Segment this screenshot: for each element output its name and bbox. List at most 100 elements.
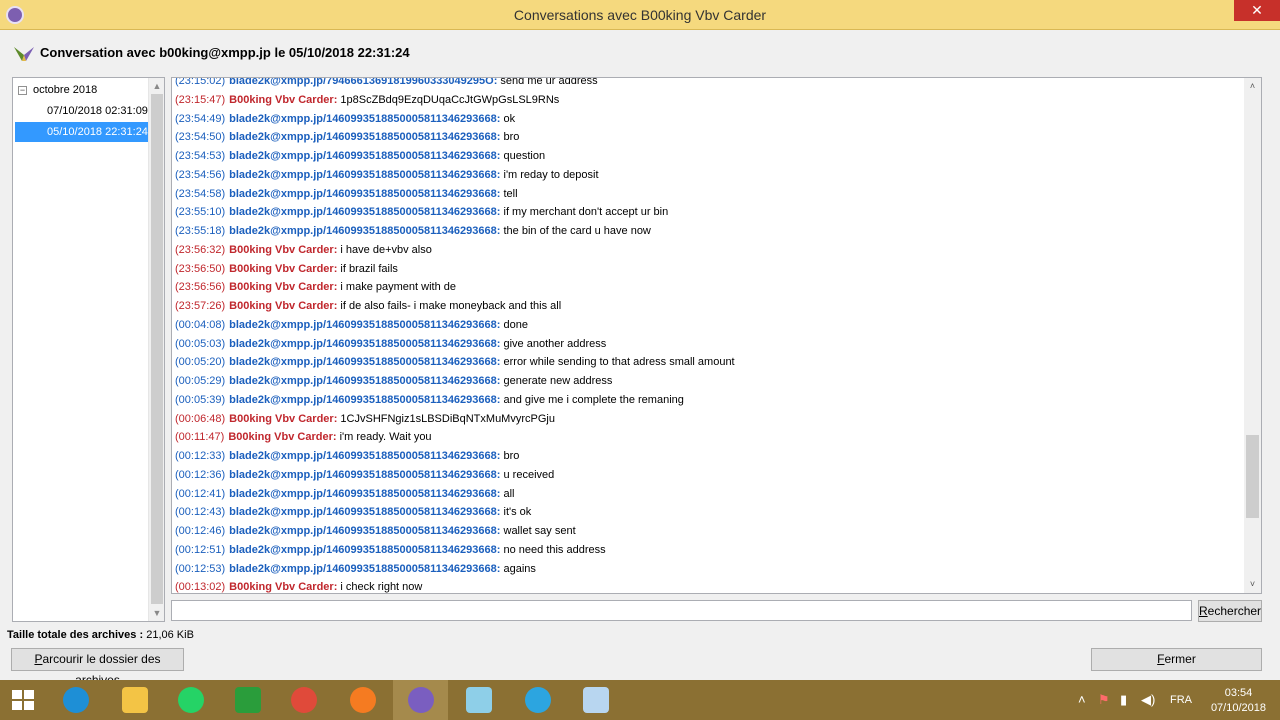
chat-message: (00:13:02) B00king Vbv Carder: i check ri… [175, 578, 1235, 594]
chat-message: (00:12:41) blade2k@xmpp.jp/14609935188500… [175, 485, 1235, 504]
message-text: if de also fails- i make moneyback and t… [340, 300, 562, 312]
message-sender: blade2k@xmpp.jp/146099351885000581134629… [229, 112, 501, 125]
taskbar-paint-button[interactable] [568, 680, 623, 720]
pidgin-logo-icon [14, 47, 34, 61]
firefox-icon [350, 687, 376, 713]
message-timestamp: (00:13:02) [175, 581, 226, 594]
message-text: wallet say sent [503, 525, 576, 537]
message-sender: blade2k@xmpp.jp/146099351885000581134629… [229, 150, 501, 162]
window-title-bar[interactable]: Conversations avec B00king Vbv Carder ✕ [0, 0, 1280, 30]
message-sender: blade2k@xmpp.jp/146099351885000581134629… [229, 356, 501, 369]
taskbar-firefox-button[interactable] [335, 680, 390, 720]
tree-item-date[interactable]: 07/10/2018 02:31:09 [47, 105, 148, 117]
message-text: if brazil fails [340, 262, 398, 275]
network-warning-icon[interactable]: ⚑ [1098, 692, 1110, 708]
conversation-header: Conversation avec b00king@xmpp.jp le 05/… [0, 31, 1280, 75]
tree-node-month[interactable]: octobre 2018 [33, 84, 97, 96]
collapse-icon[interactable]: − [18, 86, 27, 95]
message-timestamp: (00:12:41) [175, 487, 226, 500]
message-text: i'm ready. Wait you [339, 431, 432, 444]
message-timestamp: (23:54:50) [175, 131, 226, 144]
paint-icon [583, 687, 609, 713]
taskbar-notepad-button[interactable] [451, 680, 506, 720]
message-timestamp: (00:05:20) [175, 356, 226, 369]
taskbar-internet-explorer-button[interactable] [48, 680, 103, 720]
archive-size-label: Taille totale des archives : [7, 629, 144, 641]
tree-scrollbar[interactable]: ▲ ▼ [148, 78, 164, 621]
message-sender: B00king Vbv Carder: [229, 581, 338, 594]
taskbar-file-explorer-button[interactable] [107, 680, 162, 720]
start-button[interactable] [0, 680, 55, 720]
message-text: i have de+vbv also [340, 243, 432, 256]
message-text: bro [503, 131, 520, 144]
scroll-down-arrow-icon[interactable]: ˅ [1244, 576, 1261, 593]
message-text: and give me i complete the remaning [503, 393, 684, 406]
chat-message: (00:06:48) B00king Vbv Carder: 1CJvSHFNgi… [175, 410, 1235, 429]
taskbar-pidgin-button[interactable] [393, 680, 448, 720]
chat-log[interactable]: (23:15:02) blade2k@xmpp.jp/79466613691819… [171, 77, 1262, 594]
chrome-icon [291, 687, 317, 713]
input-language[interactable]: FRA [1170, 694, 1192, 706]
chat-message: (23:54:50) blade2k@xmpp.jp/14609935188500… [175, 128, 1235, 147]
battery-icon[interactable]: ▮ [1120, 692, 1127, 708]
scroll-up-arrow-icon[interactable]: ˄ [1244, 78, 1261, 95]
message-text: all [503, 487, 515, 500]
chat-message: (00:12:36) blade2k@xmpp.jp/14609935188500… [175, 466, 1235, 485]
scrollbar-thumb[interactable] [151, 94, 163, 604]
message-sender: blade2k@xmpp.jp/146099351885000581134629… [229, 187, 501, 200]
message-text: ok [503, 112, 516, 125]
close-dialog-button[interactable]: Fermer [1091, 648, 1262, 671]
message-text: u received [503, 468, 555, 481]
tree-item-date-selected[interactable]: 05/10/2018 22:31:24 [15, 122, 149, 142]
clock-date: 07/10/2018 [1210, 702, 1266, 714]
close-mnemonic: F [1157, 652, 1165, 666]
chat-message: (00:12:51) blade2k@xmpp.jp/14609935188500… [175, 541, 1235, 560]
archive-size-info: Taille totale des archives : 21,06 KiB [7, 629, 194, 641]
volume-icon[interactable]: ◀) [1141, 692, 1155, 708]
message-text: agains [503, 562, 536, 575]
scrollbar-thumb[interactable] [1246, 435, 1259, 518]
message-text: 1CJvSHFNgiz1sLBSDiBqNTxMuMvyrcPGju [340, 412, 555, 425]
file-explorer-icon [122, 687, 148, 713]
chat-message: (00:05:03) blade2k@xmpp.jp/14609935188500… [175, 335, 1235, 354]
browse-archives-button[interactable]: Parcourir le dossier des archives [11, 648, 184, 687]
conversation-date-tree[interactable]: − octobre 2018 07/10/2018 02:31:09 05/10… [12, 77, 165, 622]
search-input[interactable] [171, 600, 1192, 621]
message-timestamp: (00:12:46) [175, 525, 226, 537]
chat-message: (00:04:08) blade2k@xmpp.jp/14609935188500… [175, 316, 1235, 335]
telegram-icon [525, 687, 551, 713]
taskbar-store-button[interactable] [220, 680, 275, 720]
message-text: the bin of the card u have now [503, 225, 651, 237]
message-text: i make payment with de [340, 281, 456, 294]
tray-chevron-icon[interactable]: ˄ [1078, 692, 1086, 707]
chat-log-scrollbar[interactable]: ˄ ˅ [1244, 78, 1261, 593]
message-timestamp: (00:04:08) [175, 318, 226, 331]
message-sender: B00king Vbv Carder: [229, 300, 338, 312]
chat-message: (23:55:18) blade2k@xmpp.jp/14609935188500… [175, 222, 1235, 241]
message-sender: blade2k@xmpp.jp/146099351885000581134629… [229, 562, 501, 575]
message-sender: blade2k@xmpp.jp/146099351885000581134629… [229, 206, 501, 219]
pidgin-icon [408, 687, 434, 713]
chat-message: (23:54:53) blade2k@xmpp.jp/14609935188500… [175, 147, 1235, 166]
store-icon [235, 687, 261, 713]
notepad-icon [466, 687, 492, 713]
scroll-down-arrow-icon[interactable]: ▼ [149, 605, 165, 621]
message-timestamp: (00:12:36) [175, 468, 226, 481]
taskbar-chrome-button[interactable] [276, 680, 331, 720]
system-clock[interactable]: 03:54 07/10/2018 [1211, 686, 1266, 716]
taskbar-telegram-button[interactable] [510, 680, 565, 720]
chat-message: (00:12:43) blade2k@xmpp.jp/14609935188500… [175, 503, 1235, 522]
window-close-button[interactable]: ✕ [1234, 0, 1280, 21]
message-timestamp: (23:55:18) [175, 225, 226, 237]
chat-message: (23:57:26) B00king Vbv Carder: if de also… [175, 297, 1235, 316]
message-timestamp: (23:54:49) [175, 112, 226, 125]
message-text: send me ur address [500, 77, 598, 87]
search-button[interactable]: Rechercher [1198, 600, 1262, 622]
message-timestamp: (23:57:26) [175, 300, 226, 312]
search-button-mnemonic: R [1199, 604, 1208, 618]
message-timestamp: (23:56:32) [175, 243, 226, 256]
chat-message: (23:56:56) B00king Vbv Carder: i make pay… [175, 278, 1235, 297]
scroll-up-arrow-icon[interactable]: ▲ [149, 78, 165, 94]
message-timestamp: (00:06:48) [175, 412, 226, 425]
taskbar-whatsapp-button[interactable] [163, 680, 218, 720]
